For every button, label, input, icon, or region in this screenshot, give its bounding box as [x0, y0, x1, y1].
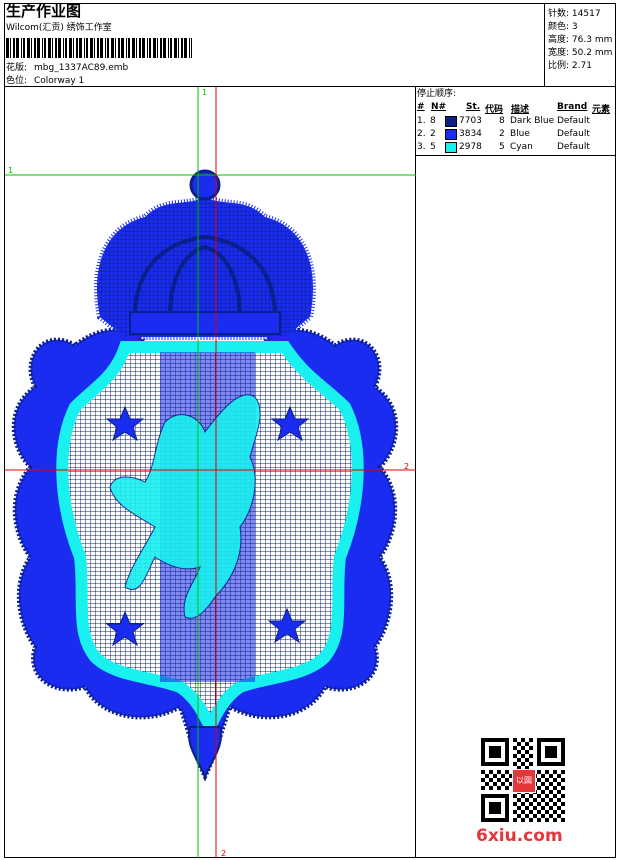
- row-description: Dark Blue: [510, 116, 555, 126]
- row-brand: Default: [557, 129, 590, 139]
- stat-colors: 颜色: 3: [548, 19, 578, 32]
- design-label: 花版:: [6, 63, 28, 73]
- stat-scale: 比例: 2.71: [548, 58, 592, 71]
- row-needle: 2: [430, 129, 436, 139]
- col-header-code: 代码: [485, 105, 504, 115]
- watermark: 6xiu.com: [476, 826, 563, 846]
- table-row: 3. 5 2978 5 Cyan Default: [417, 141, 620, 154]
- row-brand: Default: [557, 142, 590, 152]
- row-code: 2: [499, 129, 505, 139]
- stat-label: 针数:: [548, 9, 570, 19]
- barcode: [6, 38, 192, 58]
- row-stitches: 2978: [459, 142, 482, 152]
- stat-value: 3: [571, 22, 578, 32]
- row-index: 1.: [417, 116, 426, 126]
- qr-stamp: 以図: [512, 769, 536, 793]
- row-brand: Default: [557, 116, 590, 126]
- row-code: 5: [499, 142, 505, 152]
- stop-sequence-list: 1. 8 7703 8 Dark Blue Default 2. 2 3834 …: [417, 115, 617, 155]
- stat-stitches: 针数: 14517: [548, 6, 601, 19]
- page-title: 生产作业图: [6, 2, 82, 20]
- row-code: 8: [499, 116, 505, 126]
- color-swatch: [445, 129, 457, 140]
- col-header-st: St.: [466, 102, 481, 112]
- stat-value: 2.71: [571, 61, 592, 71]
- stat-value: 76.3 mm: [571, 35, 613, 45]
- qr-stamp-text: 以図: [516, 776, 532, 785]
- col-header-brand: Brand: [557, 102, 588, 112]
- guide-label-top: 1: [202, 88, 207, 97]
- col-header-idx: #: [417, 102, 425, 112]
- stat-value: 50.2 mm: [571, 48, 613, 58]
- row-index: 3.: [417, 142, 426, 152]
- col-header-element: 元素: [592, 105, 611, 115]
- table-row: 2. 2 3834 2 Blue Default: [417, 128, 620, 141]
- guide-label-bottom: 2: [221, 849, 226, 858]
- stat-label: 比例:: [548, 61, 570, 71]
- stat-height: 高度: 76.3 mm: [548, 32, 612, 45]
- color-swatch: [445, 116, 457, 127]
- stat-label: 宽度:: [548, 48, 570, 58]
- stat-label: 颜色:: [548, 22, 570, 32]
- row-needle: 5: [430, 142, 436, 152]
- row-needle: 8: [430, 116, 436, 126]
- color-swatch: [445, 142, 457, 153]
- col-header-n: N#: [431, 102, 447, 112]
- company-name: Wilcom(汇贡) 绣饰工作室: [6, 23, 112, 33]
- stat-value: 14517: [571, 9, 601, 19]
- col-header-desc: 描述: [511, 105, 530, 115]
- stat-label: 高度:: [548, 35, 570, 45]
- guide-label-left: 1: [8, 166, 13, 175]
- row-stitches: 7703: [459, 116, 482, 126]
- row-description: Blue: [510, 129, 530, 139]
- crown-band: [129, 311, 281, 335]
- table-row: 1. 8 7703 8 Dark Blue Default: [417, 115, 620, 128]
- row-description: Cyan: [510, 142, 533, 152]
- stat-width: 宽度: 50.2 mm: [548, 45, 612, 58]
- embroidery-design: 1 1 2 2: [5, 87, 416, 858]
- stop-sequence-title: 停止顺序:: [417, 89, 457, 99]
- guide-label-right: 2: [404, 462, 409, 471]
- row-index: 2.: [417, 129, 426, 139]
- row-stitches: 3834: [459, 129, 482, 139]
- design-name: mbg_1337AC89.emb: [34, 63, 129, 73]
